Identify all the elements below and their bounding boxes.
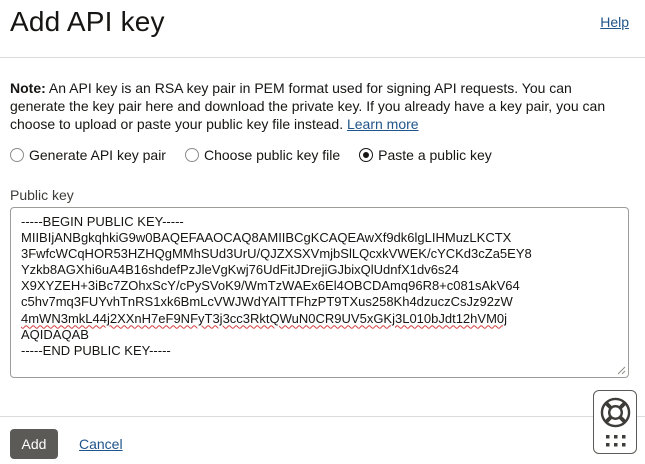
help-widget-button[interactable] bbox=[593, 390, 637, 454]
lifebuoy-icon bbox=[600, 397, 631, 428]
key-line: X9XYZEH+3iBc7ZOhxScY/cPySVoK9/WmTzWAEx6E… bbox=[21, 278, 520, 294]
cancel-button[interactable]: Cancel bbox=[79, 436, 123, 452]
dialog-header: Add API key Help bbox=[0, 0, 645, 58]
key-line: Yzkb8AGXhi6uA4B16shdefPzJleVgKwj76UdFitJ… bbox=[21, 262, 459, 278]
radio-paste-label: Paste a public key bbox=[378, 147, 492, 163]
radio-choose-circle[interactable] bbox=[184, 148, 199, 162]
dialog-footer: Add Cancel bbox=[0, 416, 645, 464]
spellcheck-underlined-text: 4mWN3mkL44j2XXnH7eF9NFyT3j3cc3RktQWuN0CR… bbox=[21, 310, 508, 326]
apps-grid-icon bbox=[606, 435, 626, 447]
key-source-radio-group: Generate API key pair Choose public key … bbox=[10, 147, 511, 163]
key-line: c5hv7mq3FUYvhTnRS1xk6BmLcVWJWdYAlTTFhzPT… bbox=[21, 294, 513, 310]
radio-generate-key-pair[interactable]: Generate API key pair bbox=[10, 147, 166, 163]
help-link[interactable]: Help bbox=[600, 14, 629, 30]
key-line: MIIBIjANBgkqhkiG9w0BAQEFAAOCAQ8AMIIBCgKC… bbox=[21, 230, 512, 246]
note-text: Note: An API key is an RSA key pair in P… bbox=[10, 79, 625, 133]
radio-generate-circle[interactable] bbox=[10, 148, 24, 162]
key-line: -----BEGIN PUBLIC KEY----- bbox=[21, 214, 184, 229]
public-key-label: Public key bbox=[10, 187, 74, 203]
note-body: An API key is an RSA key pair in PEM for… bbox=[10, 80, 606, 132]
key-line: 3FwfcWCqHOR53HZHQgMMhSUd3UrU/QJZXSXVmjbS… bbox=[21, 246, 532, 262]
public-key-textarea[interactable]: -----BEGIN PUBLIC KEY----- MIIBIjANBgkqhk… bbox=[10, 207, 629, 378]
radio-choose-public-key-file[interactable]: Choose public key file bbox=[184, 147, 341, 163]
radio-paste-circle[interactable] bbox=[359, 148, 374, 162]
add-button[interactable]: Add bbox=[10, 429, 58, 459]
resize-handle-icon[interactable] bbox=[617, 366, 626, 375]
page-title: Add API key bbox=[10, 6, 165, 37]
key-line: -----END PUBLIC KEY----- bbox=[21, 342, 171, 358]
key-line: AQIDAQAB bbox=[21, 326, 89, 342]
radio-choose-label: Choose public key file bbox=[203, 147, 341, 163]
radio-paste-public-key[interactable]: Paste a public key bbox=[359, 147, 492, 163]
radio-generate-label: Generate API key pair bbox=[29, 147, 166, 163]
note-label: Note: bbox=[10, 80, 46, 96]
learn-more-link[interactable]: Learn more bbox=[347, 116, 419, 132]
key-line: 4mWN3mkL44j2XXnH7eF9NFyT3j3cc3RktQWuN0CR… bbox=[21, 311, 618, 327]
